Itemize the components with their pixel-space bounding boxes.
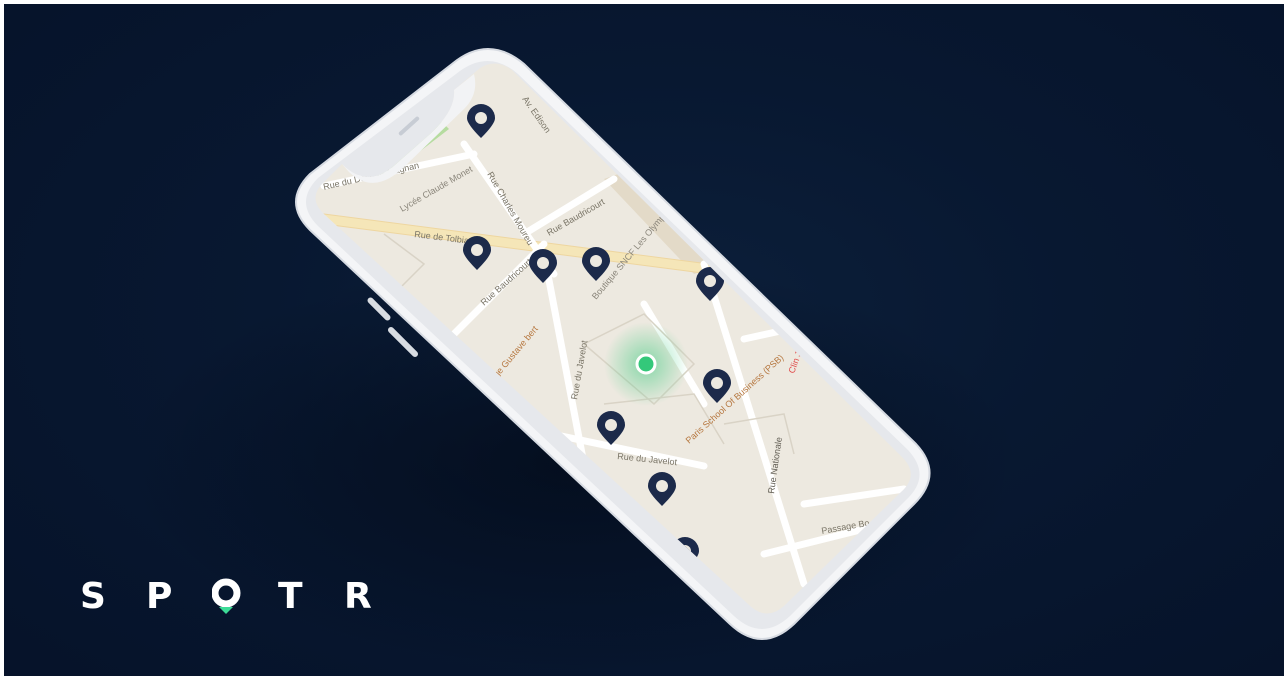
page: Rue du Docteur Magnan Rue de Tolbiac Rue…	[0, 0, 1286, 677]
logo-letter-r: R	[344, 575, 372, 617]
logo-letter-s: S	[80, 575, 106, 617]
user-location-dot[interactable]	[635, 353, 657, 375]
logo-letter-p: P	[146, 575, 173, 617]
spotr-logo: S P T R	[80, 574, 410, 618]
location-pin-o-icon	[212, 574, 278, 618]
hero-scene: Rue du Docteur Magnan Rue de Tolbiac Rue…	[4, 4, 1284, 676]
logo-letter-t: T	[278, 575, 303, 617]
side-button	[387, 326, 419, 358]
